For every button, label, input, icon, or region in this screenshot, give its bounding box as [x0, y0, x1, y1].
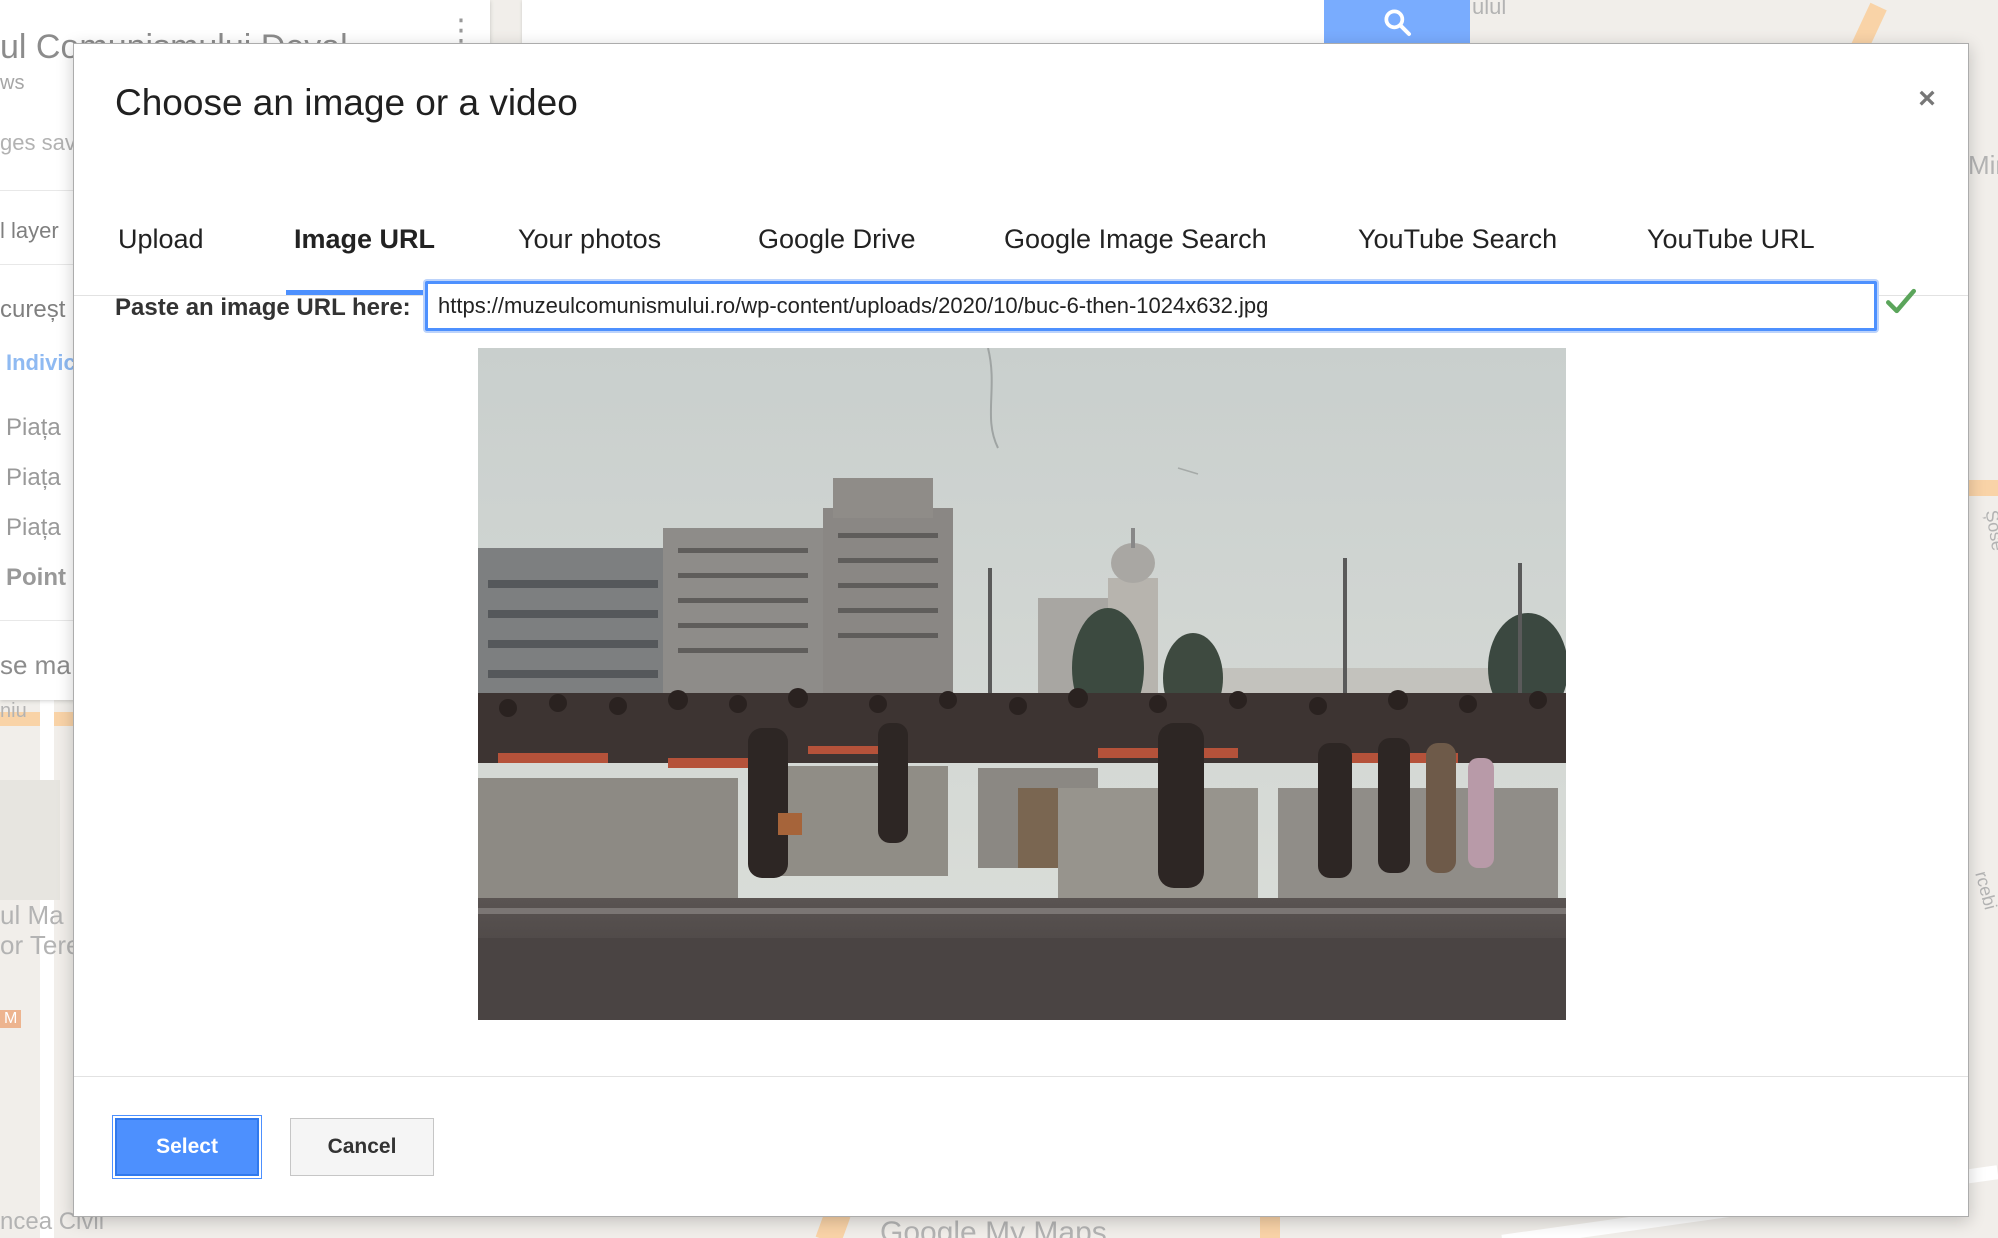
tab-google-drive[interactable]: Google Drive — [758, 224, 916, 255]
checkmark-icon — [1885, 288, 1917, 314]
tab-google-image-search[interactable]: Google Image Search — [1004, 224, 1267, 255]
image-url-input[interactable] — [425, 281, 1877, 331]
close-icon[interactable]: × — [1912, 84, 1942, 114]
dialog-title: Choose an image or a video — [115, 82, 578, 123]
select-button[interactable]: Select — [115, 1118, 259, 1176]
tab-image-url[interactable]: Image URL — [294, 224, 435, 255]
market-photo-illustration — [478, 348, 1566, 1020]
footer-divider — [74, 1076, 1968, 1077]
cancel-button[interactable]: Cancel — [290, 1118, 434, 1176]
image-picker-dialog: Choose an image or a video × Upload Imag… — [73, 43, 1969, 1217]
tab-youtube-search[interactable]: YouTube Search — [1358, 224, 1557, 255]
source-tabs: Upload Image URL Your photos Google Driv… — [74, 184, 1968, 296]
tab-upload[interactable]: Upload — [118, 224, 204, 255]
image-preview — [478, 348, 1566, 1020]
tab-your-photos[interactable]: Your photos — [518, 224, 661, 255]
tab-youtube-url[interactable]: YouTube URL — [1647, 224, 1815, 255]
url-field-label: Paste an image URL here: — [115, 294, 411, 321]
